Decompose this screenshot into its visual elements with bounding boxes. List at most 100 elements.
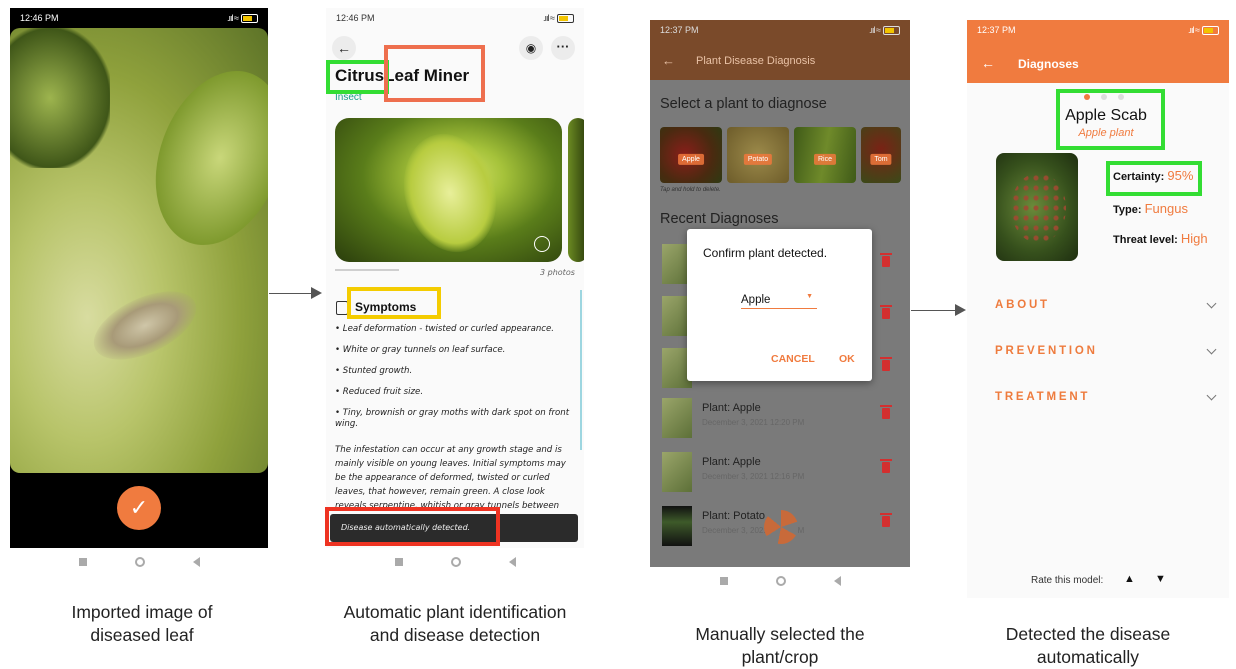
recents-button[interactable]	[719, 577, 728, 585]
battery-icon	[883, 26, 900, 36]
symptom-item: • Leaf deformation - twisted or curled a…	[335, 324, 555, 334]
status-time: 12:37 PM	[660, 25, 699, 35]
dialog-title: Confirm plant detected.	[703, 246, 828, 260]
recents-button[interactable]	[78, 558, 87, 566]
diagnosis-thumbnail	[662, 452, 692, 492]
plant-thumb-rice[interactable]: Rice	[794, 127, 856, 183]
accordion-about[interactable]: ABOUT	[995, 298, 1217, 319]
highlight-disease-name	[1056, 89, 1165, 150]
back-arrow-icon[interactable]: ←	[981, 55, 995, 71]
back-button[interactable]	[833, 576, 841, 586]
arrow-1-head	[311, 287, 322, 299]
more-options-icon[interactable]: ···	[551, 36, 575, 60]
battery-icon	[557, 14, 574, 24]
diagnosis-date: December 3, 2021 12:20 PM	[702, 418, 805, 427]
rate-label: Rate this model:	[1031, 575, 1104, 586]
delete-icon[interactable]	[880, 513, 892, 527]
plant-thumb-tomato[interactable]: Tom	[861, 127, 901, 183]
diagnosis-thumbnail	[662, 506, 692, 546]
plant-select[interactable]: Apple ▼	[741, 290, 817, 309]
next-photo[interactable]	[568, 118, 584, 262]
recent-heading: Recent Diagnoses	[660, 211, 779, 227]
home-button[interactable]	[450, 557, 461, 567]
app-title: Plant Disease Diagnosis	[696, 55, 816, 67]
threat-row: Threat level: High	[1113, 231, 1208, 246]
diagnosis-thumbnail	[662, 398, 692, 438]
diagnosis-date: December 3, 2021 12:16 PM	[702, 472, 805, 481]
ok-button[interactable]: OK	[839, 353, 855, 365]
delete-icon[interactable]	[880, 459, 892, 473]
highlight-plant-name	[326, 60, 389, 94]
list-item[interactable]: Plant: Apple December 3, 2021 12:20 PM	[650, 392, 910, 444]
type-row: Type: Fungus	[1113, 201, 1188, 216]
plant-select-value: Apple	[741, 294, 771, 306]
caption-4: Detected the disease automatically	[1005, 624, 1171, 667]
nav-bar-2	[326, 555, 584, 569]
chevron-down-icon	[1206, 298, 1217, 309]
main-photo[interactable]	[335, 118, 562, 262]
phone-1: 12:46 PM .ııl ≈ ✕ ✓	[10, 8, 268, 548]
symptom-item: • Reduced fruit size.	[335, 387, 424, 397]
status-time: 12:46 PM	[336, 13, 375, 23]
cancel-button[interactable]: CANCEL	[771, 353, 815, 365]
arrow-1	[269, 293, 313, 294]
accordion-treatment[interactable]: TREATMENT	[995, 390, 1217, 411]
delete-icon[interactable]	[880, 405, 892, 419]
type-label: Type:	[1113, 204, 1142, 216]
thumbs-up-icon[interactable]: ▲	[1124, 573, 1135, 585]
status-bar: 12:46 PM .ııl ≈	[326, 8, 584, 28]
hint-text: Tap and hold to delete.	[660, 187, 721, 193]
photo-progress	[335, 269, 399, 271]
plant-thumb-apple[interactable]: Apple	[660, 127, 722, 183]
back-arrow-icon[interactable]: ←	[332, 36, 356, 60]
symptom-item: • Tiny, brownish or gray moths with dark…	[335, 408, 570, 429]
status-bar: 12:37 PM .ııl ≈	[967, 20, 1229, 40]
check-icon: ✓	[129, 495, 149, 520]
battery-icon	[1202, 26, 1219, 36]
diagnosis-title: Plant: Apple	[702, 402, 761, 414]
thumbs-down-icon[interactable]: ▼	[1155, 573, 1166, 585]
whatsapp-icon[interactable]: ◉	[519, 36, 543, 60]
threat-label: Threat level:	[1113, 234, 1178, 246]
battery-icon	[241, 14, 258, 24]
caption-1: Imported image of diseased leaf	[71, 602, 213, 645]
list-item[interactable]: Plant: Apple December 3, 2021 12:16 PM	[650, 446, 910, 498]
loading-spinner-icon	[764, 510, 798, 544]
zoom-icon[interactable]	[534, 236, 550, 252]
back-arrow-icon[interactable]: ←	[662, 53, 675, 68]
status-bar: 12:46 PM .ııl ≈	[10, 8, 268, 28]
app-bar: 12:37 PM .ııl ≈ ← Plant Disease Diagnosi…	[650, 20, 910, 80]
recents-button[interactable]	[394, 558, 403, 566]
caption-2: Automatic plant identification and disea…	[343, 602, 567, 645]
highlight-symptoms	[347, 287, 441, 319]
threat-value: High	[1180, 231, 1208, 246]
caption-3: Manually selected the plant/crop	[695, 624, 865, 667]
highlight-disease-name	[384, 45, 485, 102]
list-item[interactable]: Plant: Potato December 3, 2021 12:14 PM	[650, 500, 910, 552]
nav-bar-1	[10, 555, 268, 569]
photos-count: 3 photos	[540, 268, 575, 277]
nav-bar-3	[650, 574, 910, 588]
symptom-item: • White or gray tunnels on leaf surface.	[335, 345, 506, 355]
arrow-2	[911, 310, 957, 311]
type-value: Fungus	[1144, 201, 1188, 216]
symptom-item: • Stunted growth.	[335, 366, 413, 376]
back-button[interactable]	[192, 557, 200, 567]
back-button[interactable]	[508, 557, 516, 567]
disease-photo[interactable]	[996, 153, 1078, 261]
app-title: Diagnoses	[1018, 57, 1079, 71]
plant-thumb-potato[interactable]: Potato	[727, 127, 789, 183]
status-time: 12:37 PM	[977, 25, 1016, 35]
highlight-certainty	[1106, 161, 1202, 196]
confirm-dialog: Confirm plant detected. Apple ▼ CANCEL O…	[687, 229, 872, 381]
confirm-button[interactable]: ✓	[117, 486, 161, 530]
app-bar: 12:37 PM .ııl ≈ ← Diagnoses	[967, 20, 1229, 83]
symptoms-list: • Leaf deformation - twisted or curled a…	[335, 324, 573, 440]
diagnosis-title: Plant: Potato	[702, 510, 765, 522]
leaf-image	[10, 28, 268, 473]
status-time: 12:46 PM	[20, 13, 59, 23]
select-heading: Select a plant to diagnose	[660, 96, 827, 112]
accordion-prevention[interactable]: PREVENTION	[995, 344, 1217, 365]
home-button[interactable]	[775, 576, 786, 586]
home-button[interactable]	[134, 557, 145, 567]
